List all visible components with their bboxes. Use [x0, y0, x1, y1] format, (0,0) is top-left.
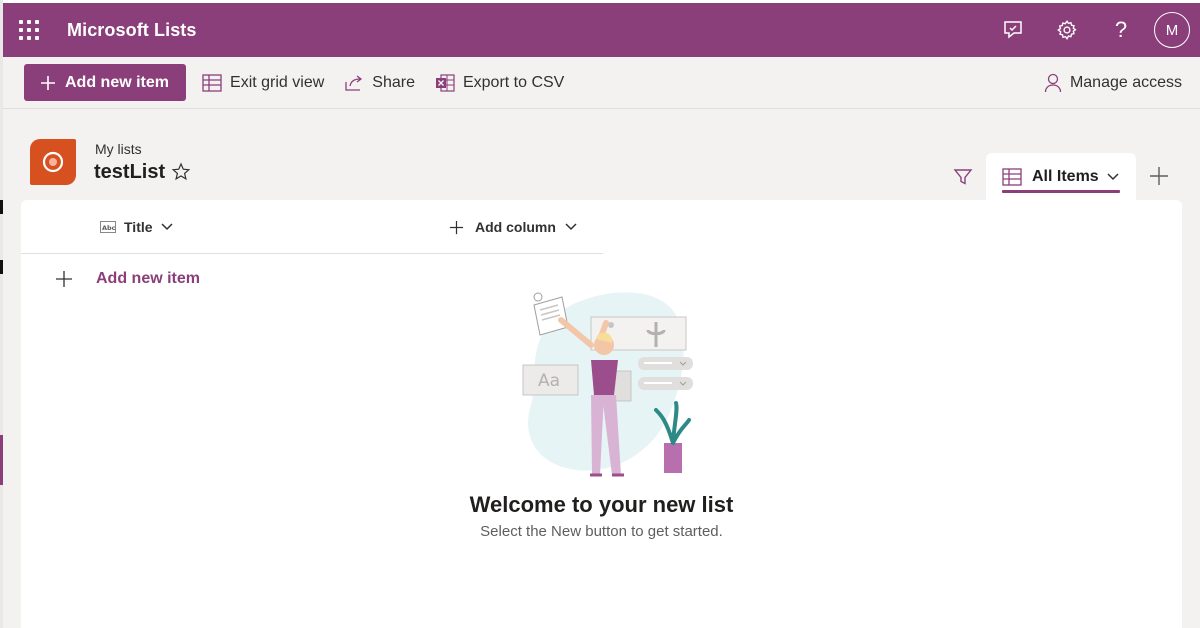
chevron-down-icon: [1107, 172, 1119, 180]
suite-bar: Microsoft Lists ? M: [3, 3, 1200, 57]
font-sample-text: Aa: [538, 371, 560, 391]
svg-text:Abc: Abc: [102, 224, 116, 232]
filter-icon: [953, 169, 973, 185]
add-column-button[interactable]: Add column: [449, 200, 577, 254]
column-header-title[interactable]: Abc Title: [100, 200, 173, 254]
empty-state-title: Welcome to your new list: [469, 492, 734, 517]
share-label: Share: [372, 73, 415, 91]
manage-access-label: Manage access: [1069, 73, 1182, 91]
chevron-down-icon: [161, 223, 173, 231]
excel-icon: [435, 73, 455, 92]
exit-grid-view-button[interactable]: Exit grid view: [192, 57, 334, 109]
view-tab-indicator: [1002, 190, 1120, 193]
app-launcher-button[interactable]: [3, 3, 55, 57]
plus-icon: [41, 75, 55, 90]
add-new-item-row[interactable]: Add new item: [55, 270, 200, 288]
help-icon: ?: [1114, 17, 1128, 42]
list-card: Abc Title Add column Add new item Aa Wel…: [21, 200, 1182, 628]
chevron-down-icon: [565, 223, 577, 231]
export-csv-label: Export to CSV: [462, 73, 565, 91]
help-button[interactable]: ?: [1094, 3, 1148, 57]
avatar[interactable]: M: [1154, 12, 1190, 48]
text-column-icon: Abc: [100, 221, 116, 233]
plus-icon: [56, 271, 72, 287]
waffle-icon: [19, 20, 39, 40]
person-icon: [1044, 73, 1062, 92]
settings-button[interactable]: [1040, 3, 1094, 57]
exit-grid-view-label: Exit grid view: [230, 73, 325, 91]
star-icon: [171, 162, 191, 181]
list-icon: [30, 139, 76, 185]
column-title-label: Title: [124, 219, 153, 235]
plus-icon: [449, 220, 464, 234]
manage-access-button[interactable]: Manage access: [1034, 57, 1192, 109]
empty-list-illustration: Aa: [522, 292, 693, 477]
app-title[interactable]: Microsoft Lists: [67, 20, 197, 41]
share-button[interactable]: Share: [334, 57, 425, 109]
grid-icon: [1002, 167, 1022, 186]
column-header-row: Abc Title Add column: [21, 200, 603, 254]
add-new-item-button[interactable]: Add new item: [24, 64, 187, 101]
add-new-item-label: Add new item: [65, 73, 170, 91]
favorite-button[interactable]: [171, 162, 191, 187]
filter-button[interactable]: [950, 164, 976, 190]
feedback-button[interactable]: [986, 3, 1040, 57]
share-icon: [345, 74, 363, 91]
add-column-label: Add column: [475, 219, 556, 235]
list-title: testList: [94, 161, 166, 183]
empty-state-subtitle: Select the New button to get started.: [480, 523, 723, 540]
gear-icon: [1057, 20, 1077, 41]
breadcrumb-my-lists[interactable]: My lists: [95, 141, 142, 157]
add-view-button[interactable]: [1146, 163, 1172, 189]
command-bar: Add new item Exit grid view Share Export…: [3, 57, 1200, 109]
feedback-icon: [1004, 21, 1022, 39]
target-icon: [42, 151, 64, 173]
grid-icon: [202, 73, 222, 92]
export-csv-button[interactable]: Export to CSV: [425, 57, 574, 109]
plus-icon: [1150, 167, 1168, 185]
view-name: All Items: [1032, 167, 1099, 185]
add-new-item-row-label: Add new item: [96, 270, 201, 287]
suite-actions: ? M: [986, 3, 1200, 57]
